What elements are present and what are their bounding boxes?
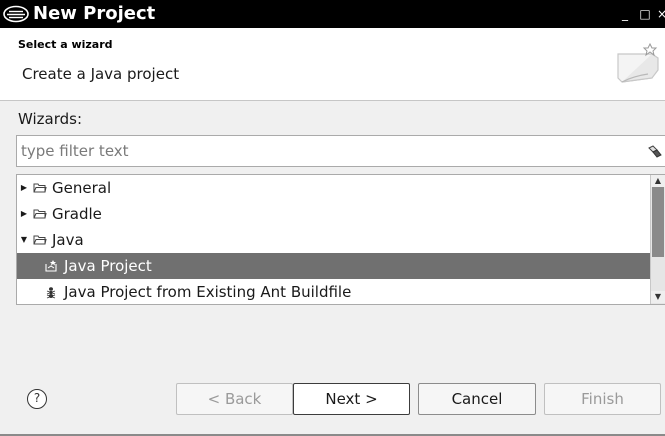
new-project-wizard-icon	[612, 40, 664, 90]
next-button[interactable]: Next >	[293, 383, 410, 415]
java-project-icon	[45, 260, 57, 272]
scrollbar-thumb[interactable]	[652, 187, 664, 257]
collapse-icon[interactable]: ▼	[19, 227, 29, 253]
window-title: New Project	[33, 3, 156, 24]
tree-item-java[interactable]: ▼ Java	[17, 227, 650, 253]
expand-icon[interactable]: ▶	[19, 175, 29, 201]
ant-icon	[46, 287, 56, 299]
filter-field[interactable]	[16, 135, 665, 167]
wizard-body: Wizards: ▶ General ▶	[0, 101, 665, 436]
scroll-down-arrow-icon[interactable]: ▼	[651, 291, 665, 303]
tree-scrollbar[interactable]: ▲ ▼	[650, 175, 665, 304]
title-bar[interactable]: New Project _ □ ×	[0, 0, 665, 28]
folder-icon	[33, 183, 47, 193]
tree-item-label: General	[52, 179, 112, 197]
eraser-icon[interactable]	[647, 143, 663, 159]
minimize-button[interactable]: _	[618, 6, 632, 22]
tree-item-general[interactable]: ▶ General	[17, 175, 650, 201]
window-menu-icon[interactable]	[2, 5, 32, 23]
tree-item-label: Java	[52, 231, 84, 249]
filter-input[interactable]	[17, 136, 637, 166]
finish-button[interactable]: Finish	[544, 383, 661, 415]
scroll-up-arrow-icon[interactable]: ▲	[651, 175, 665, 187]
maximize-button[interactable]: □	[638, 6, 652, 22]
header-description: Create a Java project	[22, 65, 180, 83]
back-button[interactable]: < Back	[176, 383, 293, 415]
close-button[interactable]: ×	[657, 6, 665, 22]
wizard-header: Select a wizard Create a Java project	[0, 28, 665, 100]
folder-icon	[33, 235, 47, 245]
expand-icon[interactable]: ▶	[19, 201, 29, 227]
folder-icon	[33, 209, 47, 219]
tree-item-gradle[interactable]: ▶ Gradle	[17, 201, 650, 227]
tree-item-java-project[interactable]: Java Project	[17, 253, 650, 279]
tree-item-java-project-from-ant[interactable]: Java Project from Existing Ant Buildfile	[17, 279, 650, 304]
wizard-tree[interactable]: ▶ General ▶ Gradle ▼ Java Java Project J…	[16, 174, 665, 305]
help-button[interactable]: ?	[27, 389, 47, 409]
wizards-label: Wizards:	[18, 110, 83, 128]
new-project-dialog: New Project _ □ × Select a wizard Create…	[0, 0, 665, 436]
tree-item-label: Java Project from Existing Ant Buildfile	[64, 283, 352, 301]
cancel-button[interactable]: Cancel	[418, 383, 536, 415]
header-title: Select a wizard	[18, 38, 113, 51]
tree-item-label: Gradle	[52, 205, 102, 223]
tree-item-label: Java Project	[64, 257, 152, 275]
